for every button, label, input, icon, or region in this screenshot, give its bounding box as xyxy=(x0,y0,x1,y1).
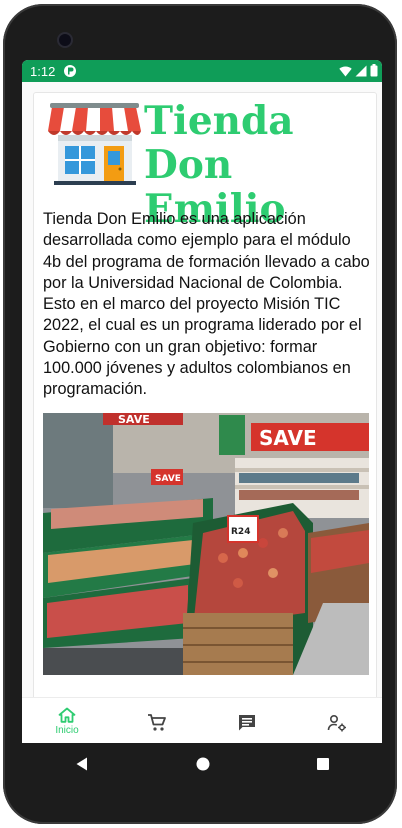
content-card: Tienda Don Emilio Tienda Don Emilio es u… xyxy=(33,92,377,704)
home-icon xyxy=(58,707,76,723)
app-screen: 1:12 Tienda Don Emilio Tienda Don Emilio… xyxy=(22,60,382,743)
status-time: 1:12 xyxy=(30,64,56,79)
user-settings-icon xyxy=(327,714,346,732)
recents-icon[interactable] xyxy=(316,757,330,771)
store-logo-icon xyxy=(48,103,141,185)
save-sign-right: SAVE xyxy=(259,426,317,450)
back-icon[interactable] xyxy=(74,756,90,772)
app-title-line1: Tienda xyxy=(144,98,294,144)
cart-icon xyxy=(148,714,166,731)
app-notification-icon xyxy=(64,65,76,77)
nav-item-inicio[interactable]: Inicio xyxy=(22,698,112,743)
chat-icon xyxy=(239,715,255,731)
price-tag: R24 xyxy=(231,527,250,537)
save-sign-mid: SAVE xyxy=(155,474,181,484)
battery-icon xyxy=(370,64,378,77)
supermarket-image: SAVE SAVE SAVE R24 xyxy=(43,413,369,675)
status-bar: 1:12 xyxy=(22,60,382,82)
wifi-icon xyxy=(339,65,352,76)
nav-item-user-settings[interactable] xyxy=(292,698,382,743)
app-description: Tienda Don Emilio es una aplicación desa… xyxy=(43,210,370,399)
phone-frame: 1:12 Tienda Don Emilio Tienda Don Emilio… xyxy=(3,4,397,824)
front-camera xyxy=(59,34,71,46)
save-sign-top: SAVE xyxy=(118,413,150,426)
nav-label-inicio: Inicio xyxy=(55,725,79,736)
nav-item-chat[interactable] xyxy=(202,698,292,743)
nav-item-cart[interactable] xyxy=(112,698,202,743)
home-circle-icon[interactable] xyxy=(195,756,211,772)
bottom-navigation: Inicio xyxy=(22,697,382,743)
signal-icon xyxy=(355,65,367,76)
system-navigation-bar xyxy=(22,743,382,785)
